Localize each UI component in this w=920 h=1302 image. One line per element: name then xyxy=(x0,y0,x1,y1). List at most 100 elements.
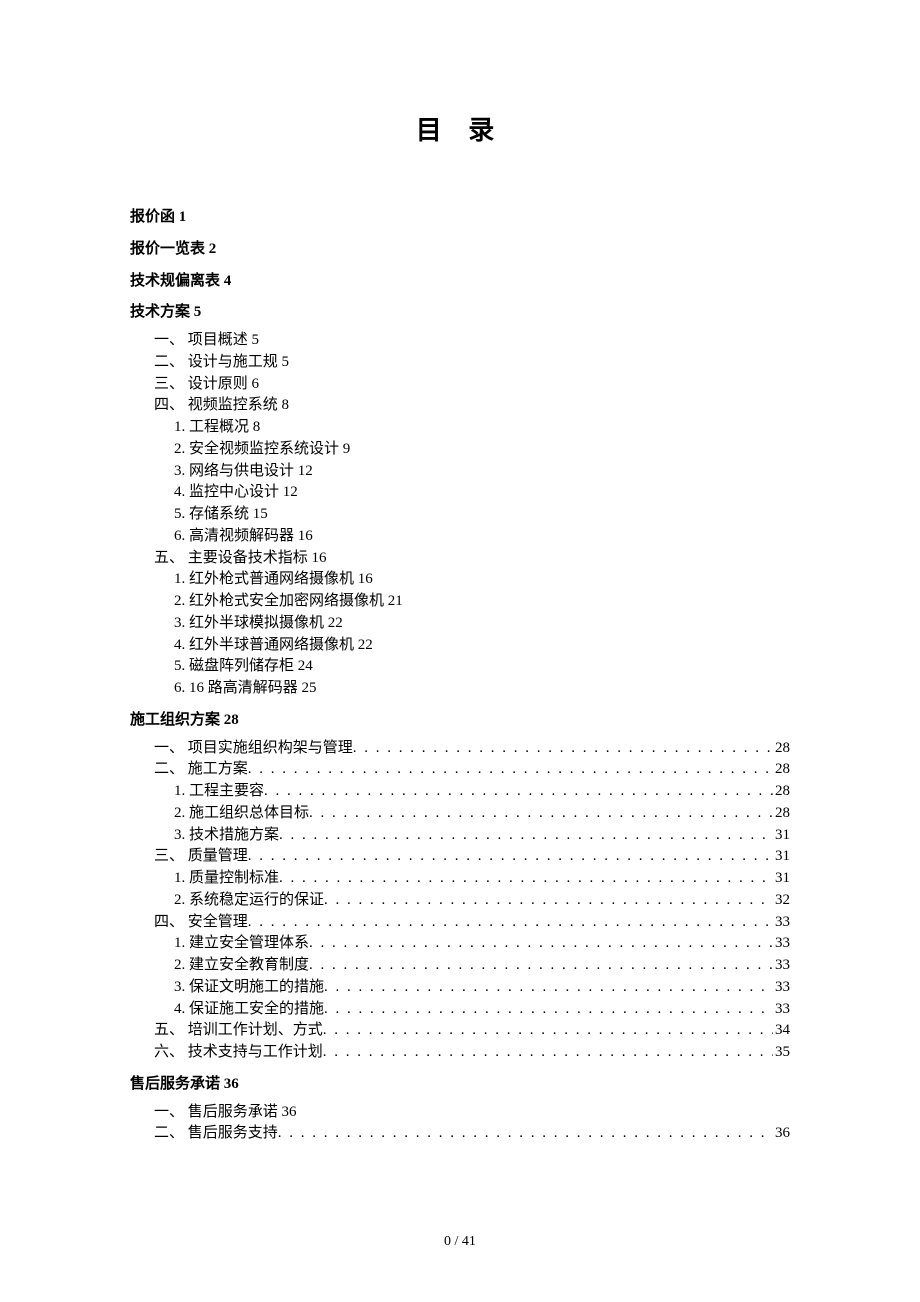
toc-label: 四、 视频监控系统 8 xyxy=(154,397,289,413)
toc-label: 六、 技术支持与工作计划 xyxy=(154,1042,323,1064)
toc-label: 三、 设计原则 6 xyxy=(154,376,259,392)
toc-entry: 1. 红外枪式普通网络摄像机 16 xyxy=(130,569,790,591)
toc-entry: 一、 项目概述 5 xyxy=(130,330,790,352)
toc-leader-dots xyxy=(248,912,773,934)
toc-leader-dots xyxy=(248,846,773,868)
toc-line: 2. 建立安全教育制度 33 xyxy=(174,955,790,977)
toc-leader-dots xyxy=(264,781,773,803)
toc-entry: 技术方案 5 xyxy=(130,302,790,324)
toc-page-number: 33 xyxy=(773,955,790,977)
toc-label: 5. 存储系统 15 xyxy=(174,506,268,522)
toc-entry: 2. 施工组织总体目标 28 xyxy=(130,803,790,825)
toc-page-number: 31 xyxy=(773,846,790,868)
toc-leader-dots xyxy=(324,999,773,1021)
toc-entry: 三、 设计原则 6 xyxy=(130,374,790,396)
toc-page-number: 31 xyxy=(773,825,790,847)
toc-label: 一、 项目实施组织构架与管理 xyxy=(154,738,353,760)
toc-entry: 3. 红外半球模拟摄像机 22 xyxy=(130,613,790,635)
toc-leader-dots xyxy=(309,955,773,977)
toc-line: 2. 施工组织总体目标 28 xyxy=(174,803,790,825)
toc-label: 5. 磁盘阵列储存柜 24 xyxy=(174,658,313,674)
toc-label: 1. 建立安全管理体系 xyxy=(174,933,309,955)
toc-leader-dots xyxy=(323,1042,773,1064)
toc-label: 五、 主要设备技术指标 16 xyxy=(154,550,327,566)
toc-label: 2. 施工组织总体目标 xyxy=(174,803,309,825)
toc-entry: 一、 售后服务承诺 36 xyxy=(130,1102,790,1124)
toc-label: 报价一览表 2 xyxy=(130,241,216,257)
toc-entry: 1. 工程概况 8 xyxy=(130,417,790,439)
toc-page-number: 28 xyxy=(773,803,790,825)
toc-label: 4. 监控中心设计 12 xyxy=(174,484,298,500)
toc-label: 2. 红外枪式安全加密网络摄像机 21 xyxy=(174,593,403,609)
toc-label: 施工组织方案 28 xyxy=(130,712,239,728)
toc-entry: 二、 设计与施工规 5 xyxy=(130,352,790,374)
toc-entry: 五、 主要设备技术指标 16 xyxy=(130,548,790,570)
toc-line: 2. 系统稳定运行的保证 32 xyxy=(174,890,790,912)
toc-entry: 三、 质量管理 31 xyxy=(130,846,790,868)
toc-label: 三、 质量管理 xyxy=(154,846,248,868)
toc-entry: 5. 存储系统 15 xyxy=(130,504,790,526)
toc-page-number: 31 xyxy=(773,868,790,890)
toc-list: 报价函 1报价一览表 2技术规偏离表 4技术方案 5一、 项目概述 5二、 设计… xyxy=(130,207,790,1145)
toc-entry: 1. 建立安全管理体系 33 xyxy=(130,933,790,955)
toc-entry: 一、 项目实施组织构架与管理 28 xyxy=(130,738,790,760)
toc-label: 6. 16 路高清解码器 25 xyxy=(174,680,317,696)
toc-entry: 售后服务承诺 36 xyxy=(130,1074,790,1096)
toc-label: 3. 网络与供电设计 12 xyxy=(174,463,313,479)
toc-page-number: 28 xyxy=(773,759,790,781)
toc-entry: 二、 售后服务支持 36 xyxy=(130,1123,790,1145)
toc-label: 4. 红外半球普通网络摄像机 22 xyxy=(174,637,373,653)
toc-page-number: 33 xyxy=(773,977,790,999)
toc-leader-dots xyxy=(248,759,773,781)
toc-label: 2. 系统稳定运行的保证 xyxy=(174,890,324,912)
document-page: 目 录 报价函 1报价一览表 2技术规偏离表 4技术方案 5一、 项目概述 5二… xyxy=(0,0,920,1145)
toc-label: 1. 工程概况 8 xyxy=(174,419,260,435)
toc-line: 二、 售后服务支持 36 xyxy=(154,1123,790,1145)
toc-leader-dots xyxy=(309,803,773,825)
toc-entry: 五、 培训工作计划、方式 34 xyxy=(130,1020,790,1042)
toc-label: 二、 售后服务支持 xyxy=(154,1123,278,1145)
toc-entry: 3. 技术措施方案 31 xyxy=(130,825,790,847)
toc-entry: 6. 高清视频解码器 16 xyxy=(130,526,790,548)
toc-entry: 3. 保证文明施工的措施 33 xyxy=(130,977,790,999)
toc-leader-dots xyxy=(323,1020,773,1042)
toc-label: 1. 质量控制标准 xyxy=(174,868,279,890)
toc-line: 五、 培训工作计划、方式 34 xyxy=(154,1020,790,1042)
toc-entry: 技术规偏离表 4 xyxy=(130,271,790,293)
toc-entry: 2. 系统稳定运行的保证 32 xyxy=(130,890,790,912)
toc-page-number: 35 xyxy=(773,1042,790,1064)
toc-title: 目 录 xyxy=(130,110,790,147)
toc-line: 1. 质量控制标准 31 xyxy=(174,868,790,890)
toc-label: 3. 技术措施方案 xyxy=(174,825,279,847)
toc-page-number: 33 xyxy=(773,999,790,1021)
toc-entry: 施工组织方案 28 xyxy=(130,710,790,732)
toc-line: 二、 施工方案 28 xyxy=(154,759,790,781)
toc-label: 2. 建立安全教育制度 xyxy=(174,955,309,977)
toc-label: 一、 售后服务承诺 36 xyxy=(154,1104,297,1120)
toc-entry: 2. 红外枪式安全加密网络摄像机 21 xyxy=(130,591,790,613)
toc-leader-dots xyxy=(279,825,773,847)
toc-page-number: 32 xyxy=(773,890,790,912)
toc-label: 1. 红外枪式普通网络摄像机 16 xyxy=(174,571,373,587)
toc-entry: 四、 视频监控系统 8 xyxy=(130,395,790,417)
toc-entry: 4. 红外半球普通网络摄像机 22 xyxy=(130,635,790,657)
toc-label: 一、 项目概述 5 xyxy=(154,332,259,348)
toc-line: 4. 保证施工安全的措施 33 xyxy=(174,999,790,1021)
toc-line: 3. 保证文明施工的措施 33 xyxy=(174,977,790,999)
toc-label: 技术方案 5 xyxy=(130,304,201,320)
toc-label: 2. 安全视频监控系统设计 9 xyxy=(174,441,350,457)
toc-entry: 6. 16 路高清解码器 25 xyxy=(130,678,790,700)
toc-line: 3. 技术措施方案 31 xyxy=(174,825,790,847)
toc-leader-dots xyxy=(324,890,773,912)
toc-line: 四、 安全管理 33 xyxy=(154,912,790,934)
toc-leader-dots xyxy=(309,933,773,955)
toc-entry: 3. 网络与供电设计 12 xyxy=(130,461,790,483)
toc-entry: 5. 磁盘阵列储存柜 24 xyxy=(130,656,790,678)
toc-label: 3. 红外半球模拟摄像机 22 xyxy=(174,615,343,631)
toc-label: 四、 安全管理 xyxy=(154,912,248,934)
toc-leader-dots xyxy=(278,1123,773,1145)
toc-label: 二、 施工方案 xyxy=(154,759,248,781)
toc-entry: 六、 技术支持与工作计划 35 xyxy=(130,1042,790,1064)
toc-leader-dots xyxy=(324,977,773,999)
toc-label: 4. 保证施工安全的措施 xyxy=(174,999,324,1021)
